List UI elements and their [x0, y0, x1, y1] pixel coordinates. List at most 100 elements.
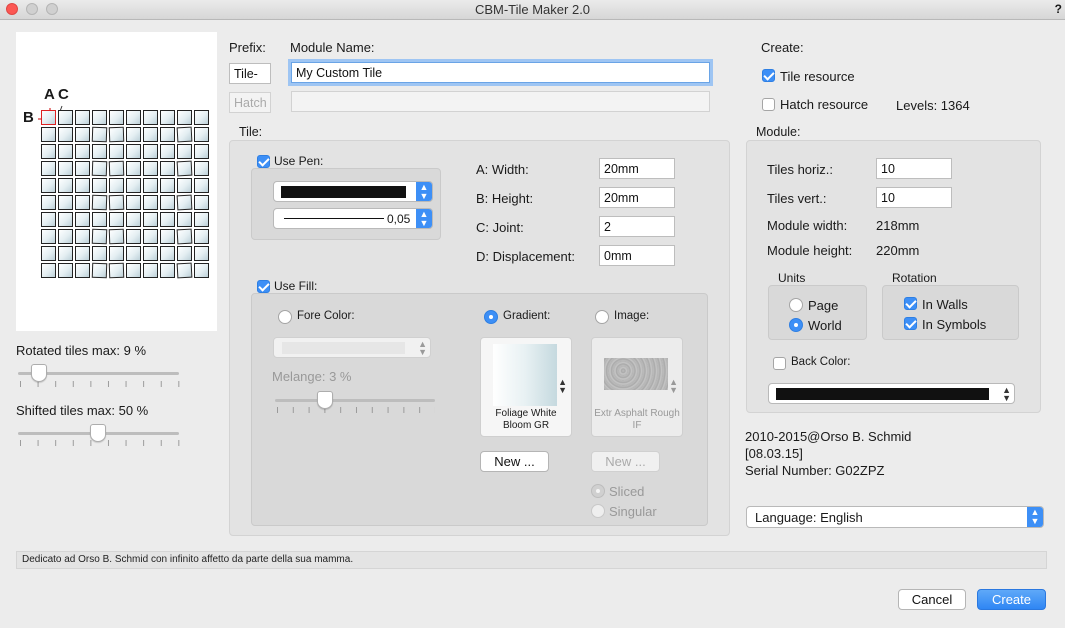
pen-color-popup[interactable]: ▲ ▼ — [273, 181, 433, 202]
preview-tile — [143, 212, 158, 227]
preview-tile — [58, 212, 73, 227]
pen-weight-popup[interactable]: 0,05 ▲ ▼ — [273, 208, 433, 229]
back-color-popup[interactable]: ▲ ▼ — [768, 383, 1015, 404]
tile-width-field[interactable] — [599, 158, 675, 179]
image-name: Extr Asphalt Rough IF — [594, 408, 680, 431]
new-gradient-button[interactable]: New ... — [480, 451, 549, 472]
width-label: A: Width: — [476, 162, 529, 177]
preview-tile — [143, 195, 158, 210]
tile-displacement-field[interactable] — [599, 245, 675, 266]
melange-track[interactable] — [275, 399, 435, 402]
gradient-well[interactable]: Foliage White Bloom GR ▲ ▼ — [480, 337, 572, 437]
new-image-button[interactable]: New ... — [591, 451, 660, 472]
preview-tile — [91, 160, 108, 177]
units-world-label: World — [808, 318, 842, 333]
preview-tile — [194, 212, 209, 227]
tile-joint-field[interactable] — [599, 216, 675, 237]
units-label: Units — [778, 271, 806, 285]
preview-tile — [194, 161, 209, 176]
use-fill-checkbox[interactable] — [257, 280, 270, 293]
tile-resource-checkbox[interactable] — [762, 69, 775, 82]
hatch-prefix-field[interactable] — [229, 92, 271, 113]
melange-label: Melange: 3 % — [272, 369, 352, 384]
preview-tile — [126, 263, 141, 278]
tile-height-field[interactable] — [599, 187, 675, 208]
shifted-tiles-label: Shifted tiles max: 50 % — [16, 403, 149, 418]
preview-tile — [75, 178, 90, 193]
module-name-field[interactable] — [291, 62, 710, 83]
preview-tile — [109, 212, 124, 227]
melange-slider[interactable] — [317, 391, 333, 409]
shifted-tiles-slider[interactable] — [90, 424, 106, 442]
use-pen-checkbox[interactable] — [257, 155, 270, 168]
preview-tile — [58, 161, 73, 176]
preview-tile — [41, 161, 56, 176]
preview-tile — [75, 263, 90, 278]
tile-section-label: Tile: — [239, 125, 263, 139]
preview-tile — [160, 110, 175, 125]
cancel-button[interactable]: Cancel — [898, 589, 966, 610]
gradient-radio[interactable] — [484, 310, 498, 324]
image-label: Image: — [614, 310, 650, 322]
fore-color-radio[interactable] — [278, 310, 292, 324]
pen-weight-value: 0,05 — [387, 212, 411, 226]
rotated-tiles-label: Rotated tiles max: 9 % — [16, 343, 147, 358]
tiles-horiz-label: Tiles horiz.: — [767, 162, 833, 177]
preview-tile — [58, 127, 73, 142]
preview-tile — [92, 144, 107, 159]
preview-tile — [194, 263, 209, 278]
units-world-radio[interactable] — [789, 318, 803, 332]
sliced-radio[interactable] — [591, 484, 605, 498]
melange-ticks — [277, 407, 435, 413]
tiles-horiz-field[interactable] — [876, 158, 952, 179]
preview-tile — [108, 160, 125, 177]
preview-tile — [108, 228, 125, 245]
units-page-radio[interactable] — [789, 298, 803, 312]
image-well[interactable]: Extr Asphalt Rough IF ▲ ▼ — [591, 337, 683, 437]
preview-tile — [41, 195, 56, 210]
preview-tile — [126, 110, 141, 125]
preview-tile — [75, 127, 90, 142]
preview-tile — [91, 126, 108, 143]
rotation-label: Rotation — [892, 271, 937, 285]
tile-prefix-field[interactable] — [229, 63, 271, 84]
preview-tile — [176, 262, 193, 279]
preview-tile — [143, 178, 158, 193]
rotation-in-walls-checkbox[interactable] — [904, 297, 917, 310]
fore-color-popup[interactable]: ▲ ▼ — [273, 337, 431, 358]
preview-tile — [41, 229, 56, 244]
preview-tile — [126, 161, 141, 176]
preview-tile — [143, 110, 158, 125]
back-color-checkbox[interactable] — [773, 357, 786, 370]
gradient-swatch — [493, 344, 557, 406]
preview-tile — [143, 246, 158, 261]
hatch-resource-checkbox[interactable] — [762, 98, 775, 111]
popup-arrows-icon: ▲ ▼ — [1002, 385, 1011, 403]
preview-tile — [75, 195, 90, 210]
help-icon[interactable]: ? — [1055, 2, 1062, 16]
module-width-value: 218mm — [876, 218, 920, 233]
preview-tile — [92, 246, 107, 261]
module-height-value: 220mm — [876, 243, 920, 258]
image-radio[interactable] — [595, 310, 609, 324]
preview-tile — [91, 194, 108, 211]
preview-tile — [41, 246, 56, 261]
preview-tile — [177, 178, 192, 193]
preview-tile — [143, 263, 158, 278]
preview-tile — [58, 229, 73, 244]
module-width-label: Module width: — [767, 218, 848, 233]
preview-tile — [160, 144, 175, 159]
tiles-vert-field[interactable] — [876, 187, 952, 208]
rotated-tiles-slider[interactable] — [31, 364, 47, 382]
singular-radio[interactable] — [591, 504, 605, 518]
gradient-name: Foliage White Bloom GR — [495, 408, 557, 431]
rotation-in-symbols-checkbox[interactable] — [904, 317, 917, 330]
preview-tile — [108, 262, 125, 279]
preview-tile — [176, 160, 193, 177]
preview-tile — [176, 228, 193, 245]
create-button[interactable]: Create — [977, 589, 1046, 610]
rotation-in-walls-label: In Walls — [922, 297, 968, 312]
hatch-name-field[interactable] — [291, 91, 710, 112]
language-popup[interactable]: Language: English ▲ ▼ — [746, 506, 1044, 528]
preview-tile — [92, 212, 107, 227]
